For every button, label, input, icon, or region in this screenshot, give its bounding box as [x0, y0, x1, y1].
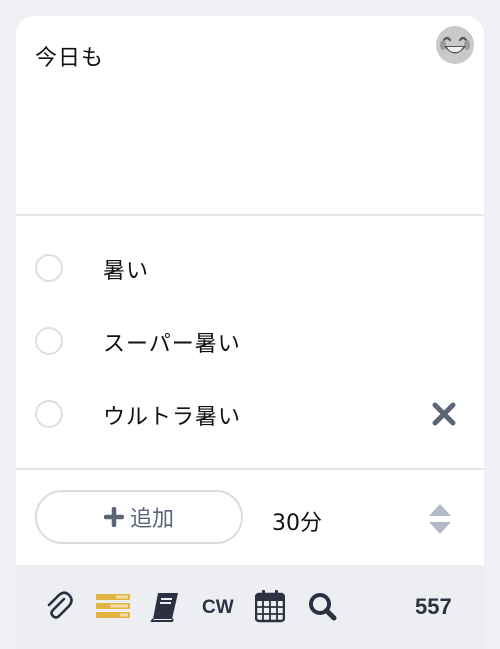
add-option-button[interactable]: 追加: [35, 490, 243, 544]
poll-option-radio: [35, 400, 63, 428]
search-button[interactable]: [307, 589, 337, 623]
paperclip-icon: [47, 591, 73, 619]
compose-area[interactable]: 今日も: [16, 16, 484, 216]
add-option-label: 追加: [129, 507, 174, 532]
poll-option-radio: [35, 254, 63, 282]
calendar-icon: [254, 590, 286, 623]
poll-option-3: ウルトラ暑い: [16, 386, 484, 446]
emoji-picker-button[interactable]: [435, 25, 475, 65]
poll-settings-row: 追加 30分: [16, 470, 484, 565]
close-icon: [432, 402, 456, 426]
sort-arrows-icon: [429, 504, 451, 534]
content-warning-button[interactable]: CW: [202, 597, 234, 619]
compose-card: 今日も 暑い スーパー暑い ウルトラ暑い 追加 30分 CW 557: [16, 16, 484, 649]
poll-icon: [96, 594, 130, 618]
attach-media-button[interactable]: [44, 589, 74, 623]
book-icon: [150, 593, 178, 622]
poll-toggle-button[interactable]: [96, 589, 130, 623]
poll-option-input[interactable]: 暑い: [103, 253, 149, 285]
search-icon: [309, 593, 337, 621]
compose-textarea[interactable]: 今日も: [35, 40, 104, 72]
schedule-button[interactable]: [254, 589, 286, 623]
character-counter: 557: [415, 594, 452, 619]
poll-option-input[interactable]: ウルトラ暑い: [103, 399, 241, 431]
duration-stepper[interactable]: [427, 502, 453, 536]
poll-option-1: 暑い: [16, 240, 484, 300]
laughing-emoji-icon: [436, 26, 474, 64]
dictionary-button[interactable]: [150, 589, 180, 623]
compose-toolbar: CW 557: [16, 565, 484, 649]
plus-icon: [103, 507, 124, 527]
poll-option-2: スーパー暑い: [16, 313, 484, 373]
poll-editor: 暑い スーパー暑い ウルトラ暑い: [16, 216, 484, 470]
remove-option-button[interactable]: [430, 400, 458, 428]
poll-option-input[interactable]: スーパー暑い: [103, 326, 241, 358]
poll-option-radio: [35, 327, 63, 355]
poll-duration-value: 30分: [272, 511, 322, 536]
